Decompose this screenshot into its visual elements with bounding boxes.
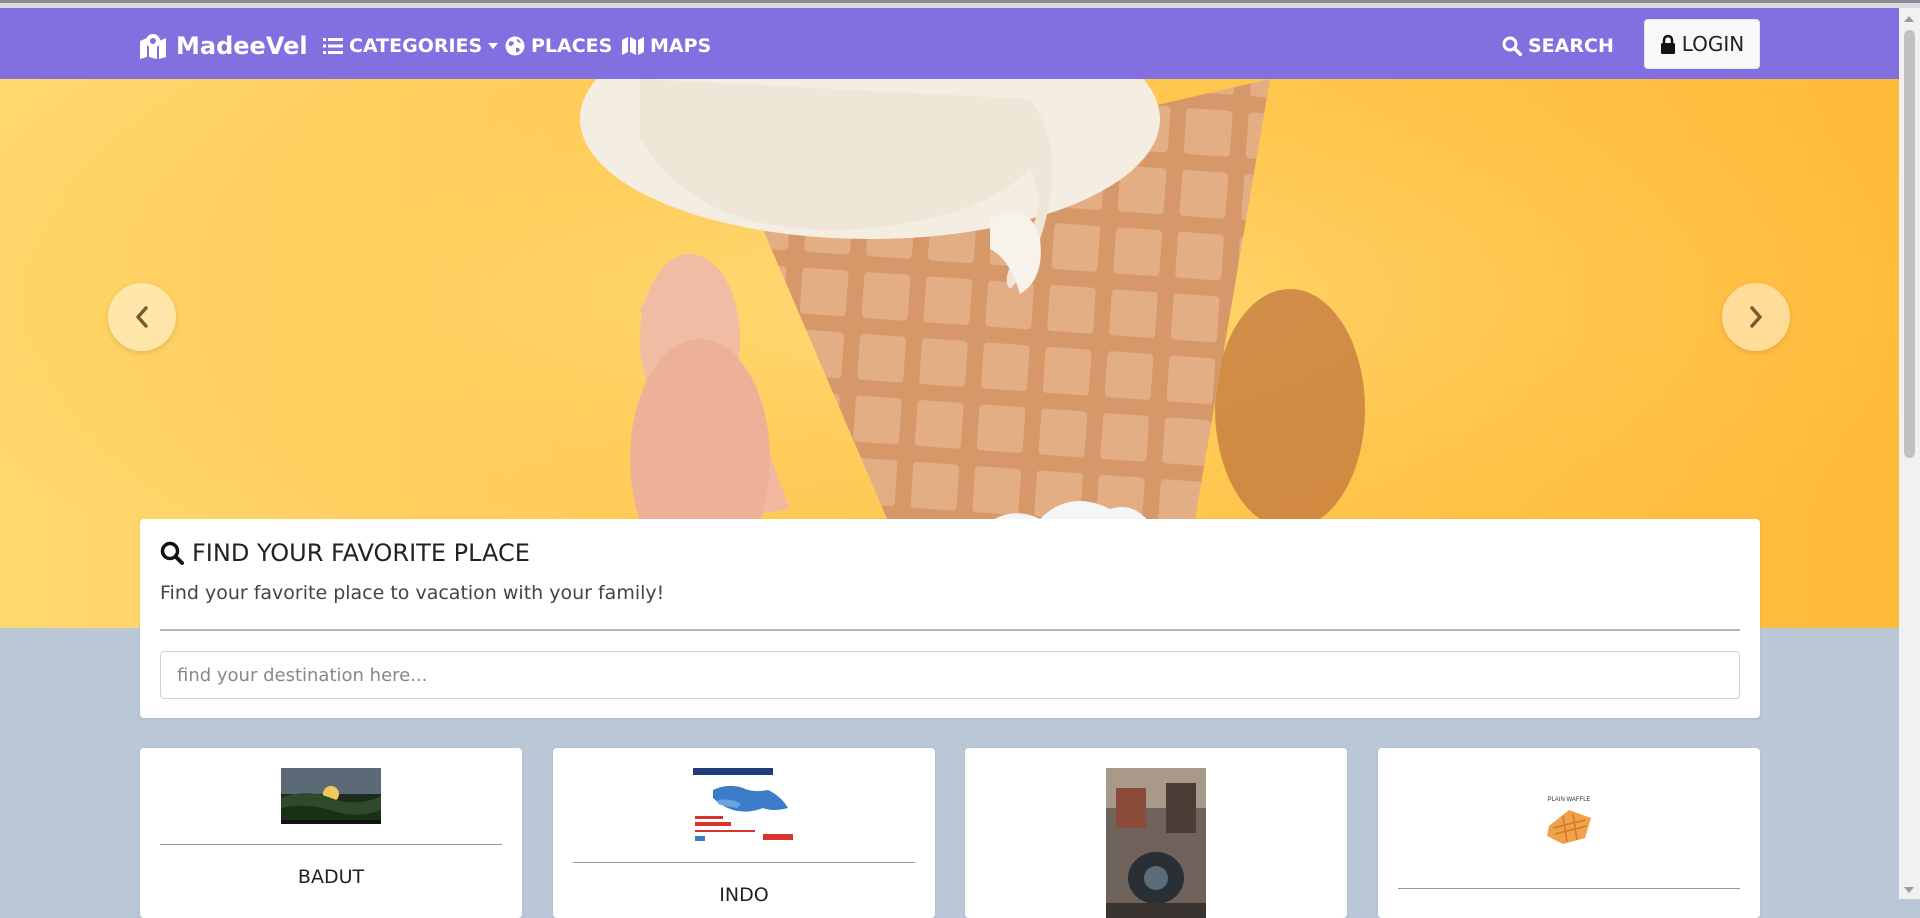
nav-search-label: SEARCH [1528,35,1614,57]
login-button[interactable]: LOGIN [1644,19,1760,69]
place-thumbnail [281,768,381,824]
place-card[interactable] [965,748,1347,918]
carousel-next-button[interactable] [1722,283,1790,351]
nav-categories-label: CATEGORIES [349,35,483,57]
nav-places[interactable]: PLACES [505,30,612,62]
place-card[interactable]: PLAIN WAFFLE [1378,748,1760,918]
destination-search-input[interactable] [160,651,1740,699]
brand-logo[interactable]: MadeeVel [138,30,308,62]
map-icon [622,37,644,55]
scroll-up-arrow-icon[interactable] [1904,16,1914,22]
search-title: FIND YOUR FAVORITE PLACE [192,539,530,567]
search-heading: FIND YOUR FAVORITE PLACE [160,539,530,567]
brand-name: MadeeVel [176,32,308,60]
scrollbar[interactable] [1899,8,1920,899]
chevron-right-icon [1750,306,1762,328]
browser-top-strip [0,0,1920,8]
navbar: MadeeVel CATEGORIES PLACES MAPS SEARCH L… [0,8,1899,79]
divider [160,629,1740,631]
search-icon [1502,36,1522,56]
chevron-left-icon [136,306,148,328]
globe-icon [505,36,525,56]
nav-maps[interactable]: MAPS [622,30,711,62]
divider [1398,888,1740,889]
place-title: BADUT [297,866,365,888]
carousel-prev-button[interactable] [108,283,176,351]
place-thumbnail [693,768,795,842]
scroll-down-arrow-icon[interactable] [1904,887,1914,893]
place-thumbnail: PLAIN WAFFLE [1519,768,1619,868]
scrollbar-thumb[interactable] [1904,30,1915,458]
nav-categories[interactable]: CATEGORIES [323,30,499,62]
nav-maps-label: MAPS [650,35,712,57]
svg-text:PLAIN WAFFLE: PLAIN WAFFLE [1547,797,1590,803]
divider [160,844,502,845]
search-subtitle: Find your favorite place to vacation wit… [160,582,665,604]
place-card[interactable]: BADUT [140,748,522,918]
list-icon [323,38,343,54]
caret-down-icon [488,43,499,49]
place-thumbnail [1106,768,1206,918]
divider [573,862,915,863]
nav-search[interactable]: SEARCH [1502,30,1614,62]
login-label: LOGIN [1681,32,1745,56]
place-card[interactable]: INDO [553,748,935,918]
place-title: INDO [719,884,769,906]
nav-places-label: PLACES [531,35,613,57]
search-card: FIND YOUR FAVORITE PLACE Find your favor… [140,519,1760,718]
map-marker-icon [140,34,166,59]
lock-icon [1660,34,1675,54]
search-icon [160,541,184,565]
